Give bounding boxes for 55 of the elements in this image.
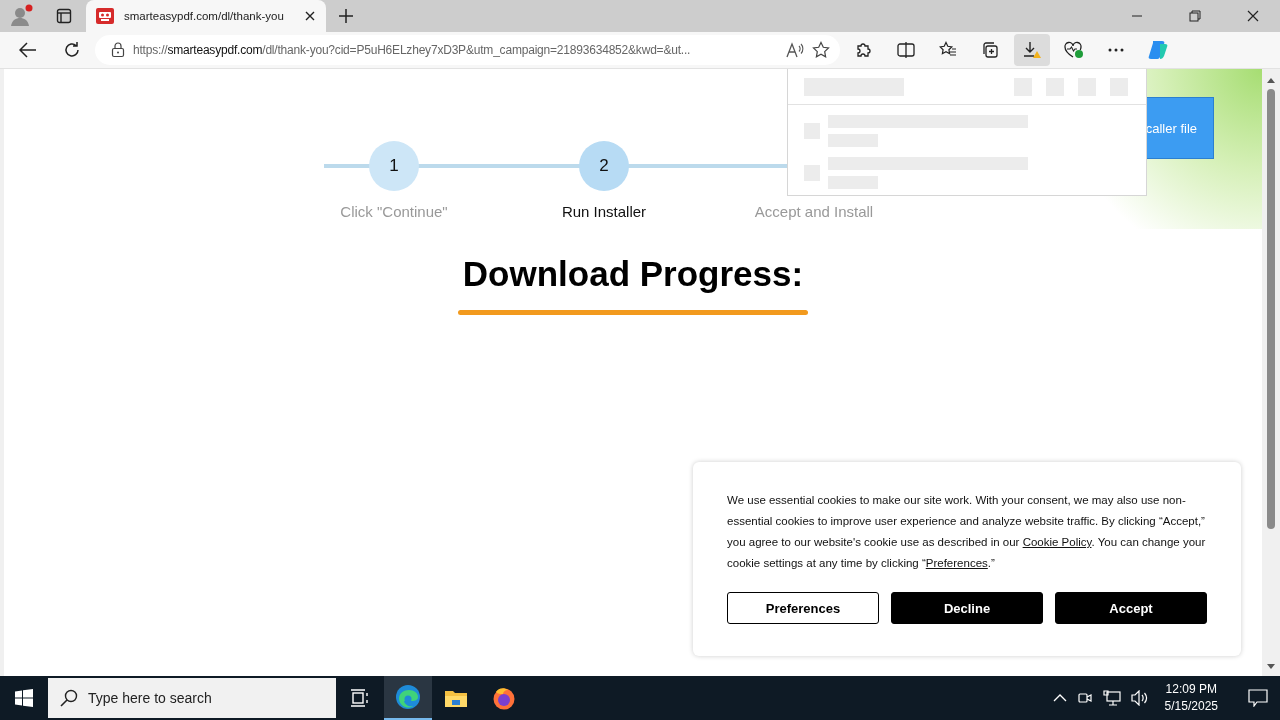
taskbar-search-field[interactable]: Type here to search <box>48 678 336 718</box>
folder-icon <box>444 688 468 708</box>
toolbar-button[interactable] <box>1014 34 1050 66</box>
volume-icon[interactable] <box>1130 690 1149 706</box>
site-favicon-icon <box>96 8 114 24</box>
split-screen-icon <box>897 42 915 58</box>
close-icon[interactable] <box>1247 10 1259 22</box>
download-progress-heading: Download Progress: <box>461 254 805 294</box>
chevron-up-icon[interactable] <box>1052 694 1067 702</box>
favorites-icon <box>939 41 957 59</box>
cookie-button[interactable]: Preferences <box>727 592 879 624</box>
clock-date[interactable]: 5/15/2025 <box>1164 698 1218 715</box>
search-icon <box>60 689 78 707</box>
step-label: Run Installer <box>561 203 647 220</box>
profile-icon[interactable] <box>10 4 34 28</box>
read-aloud-icon[interactable] <box>786 42 804 58</box>
close-icon[interactable] <box>304 10 316 22</box>
refresh-icon[interactable] <box>63 41 81 59</box>
fox-globe-icon <box>492 686 516 710</box>
scroll-up-icon[interactable] <box>1266 77 1276 83</box>
heart-pulse-icon <box>1064 41 1084 59</box>
step-label: Accept and Install <box>754 203 874 220</box>
step-number: 1 <box>389 156 399 176</box>
notification-icon[interactable] <box>1248 689 1268 707</box>
puzzle-icon <box>855 41 873 59</box>
clock-time[interactable]: 12:09 PM <box>1165 681 1217 698</box>
task-view-icon <box>350 689 370 707</box>
copilot-icon <box>1147 39 1169 61</box>
back-arrow-icon[interactable] <box>19 42 37 58</box>
new-tab-icon[interactable] <box>338 8 354 24</box>
tab-title: smarteasypdf.com/dl/thank-you <box>124 10 285 22</box>
preferences-link[interactable]: Preferences <box>925 557 988 569</box>
collections-icon <box>981 41 999 59</box>
url-text: https://smarteasypdf.com/dl/thank-you?cid=P5uH6ELzhey7xD3P&utm_campaign=21893634852&kwd=&ut... <box>133 43 692 57</box>
lock-icon <box>111 42 125 58</box>
cookie-notice-text: We use essential cookies to make our site work. With your consent, we may also use non-essential cookies to improve user experience and analyze website traffic. By clicking “Accept,” you agree to our website's cookie use as described in our Cookie Policy. You can change your cookie settings at any time by clicking “Preferences.” <box>727 493 1207 571</box>
download-warning-icon <box>1022 41 1042 59</box>
camera-icon[interactable] <box>1076 690 1093 706</box>
browser-swirl-icon <box>395 684 421 710</box>
cookie-button[interactable]: Decline <box>891 592 1043 624</box>
browser-tab[interactable]: smarteasypdf.com/dl/thank-you <box>86 0 326 32</box>
windows-icon <box>15 689 33 707</box>
scroll-down-icon[interactable] <box>1266 664 1276 670</box>
step-number: 2 <box>599 156 609 176</box>
scrollbar[interactable] <box>1262 69 1280 676</box>
cookie-button[interactable]: Accept <box>1055 592 1207 624</box>
star-icon[interactable] <box>812 41 830 59</box>
address-bar[interactable]: https://smarteasypdf.com/dl/thank-you?cid=P5uH6ELzhey7xD3P&utm_campaign=21893634852&kwd=&ut... <box>95 35 840 65</box>
scroll-thumb[interactable] <box>1267 89 1275 529</box>
network-icon[interactable] <box>1102 690 1121 706</box>
restore-icon[interactable] <box>1189 10 1201 22</box>
step-label: Click "Continue" <box>340 203 448 220</box>
tab-actions-icon[interactable] <box>56 8 72 24</box>
more-icon <box>1108 48 1124 52</box>
taskbar-app[interactable] <box>384 676 432 720</box>
